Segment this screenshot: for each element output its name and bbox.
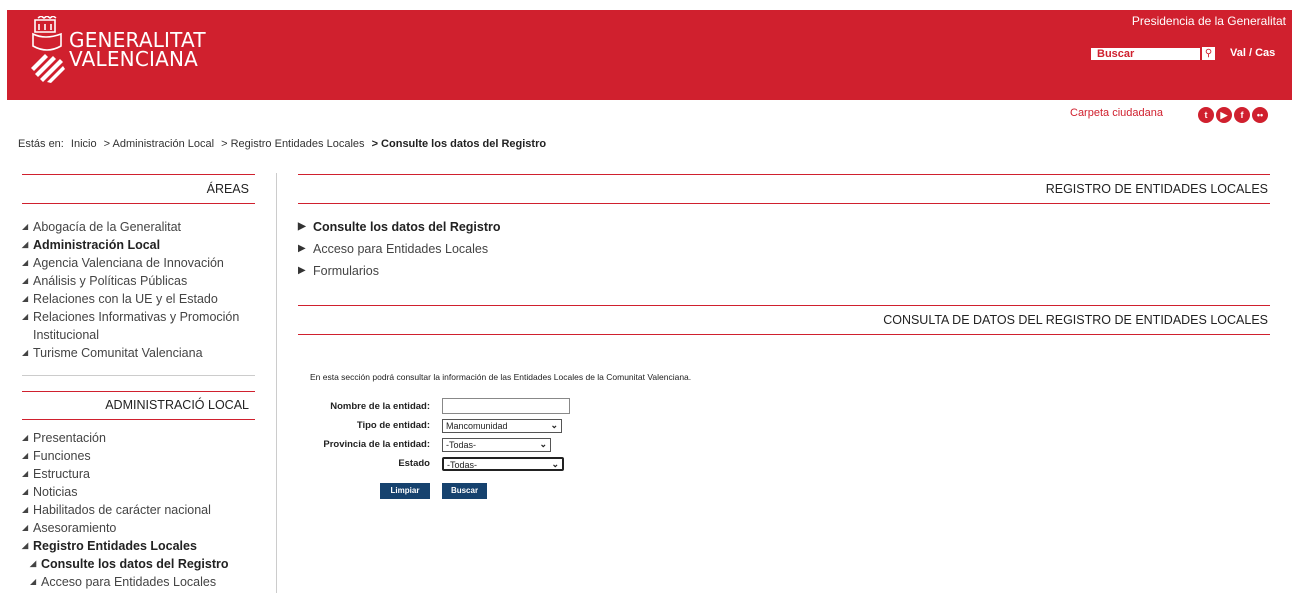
- presidencia-link[interactable]: Presidencia de la Generalitat: [1132, 14, 1286, 28]
- admin-item[interactable]: Registro Entidades Locales: [22, 537, 262, 555]
- admin-item[interactable]: Noticias: [22, 483, 262, 501]
- limpiar-button[interactable]: Limpiar: [380, 483, 430, 499]
- sidebar-rule: [22, 174, 255, 175]
- breadcrumb-current: > Consulte los datos del Registro: [371, 138, 547, 150]
- consulta-title: CONSULTA DE DATOS DEL REGISTRO DE ENTIDA…: [883, 313, 1268, 327]
- provincia-label: Provincia de la entidad:: [323, 439, 430, 450]
- link-acceso[interactable]: Acceso para Entidades Locales: [298, 238, 501, 260]
- search-input[interactable]: Buscar: [1091, 48, 1200, 60]
- admin-subitem[interactable]: Acceso para Entidades Locales: [30, 573, 262, 591]
- admin-local-title: ADMINISTRACIÓ LOCAL: [105, 398, 249, 412]
- areas-list: Abogacía de la Generalitat Administració…: [22, 218, 262, 362]
- main-rule: [298, 174, 1270, 175]
- breadcrumb-registro[interactable]: > Registro Entidades Locales: [221, 138, 364, 150]
- breadcrumb-inicio[interactable]: Inicio: [71, 138, 97, 150]
- chevron-down-icon: ⌄: [551, 459, 559, 469]
- tipo-label: Tipo de entidad:: [356, 420, 430, 431]
- admin-item[interactable]: Asesoramiento: [22, 519, 262, 537]
- link-consulte[interactable]: Consulte los datos del Registro: [298, 216, 501, 238]
- main-rule: [298, 305, 1270, 306]
- provincia-select-value: -Todas-: [446, 440, 477, 450]
- coat-of-arms-icon: [31, 16, 65, 83]
- area-item[interactable]: Análisis y Políticas Públicas: [22, 272, 262, 290]
- area-item[interactable]: Relaciones Informativas y Promoción Inst…: [22, 308, 262, 344]
- section-title: REGISTRO DE ENTIDADES LOCALES: [1045, 182, 1268, 196]
- link-formularios[interactable]: Formularios: [298, 260, 501, 282]
- breadcrumb: Estás en: Inicio > Administración Local …: [18, 138, 550, 150]
- logo-line-2: VALENCIANA: [69, 47, 199, 71]
- section-links: Consulte los datos del Registro Acceso p…: [298, 216, 501, 282]
- main-rule: [298, 334, 1270, 335]
- area-item[interactable]: Agencia Valenciana de Innovación: [22, 254, 262, 272]
- logo-text: GENERALITAT VALENCIANA: [69, 30, 206, 71]
- area-item[interactable]: Abogacía de la Generalitat: [22, 218, 262, 236]
- language-switch[interactable]: Val / Cas: [1230, 47, 1275, 59]
- main-rule: [298, 203, 1270, 204]
- estado-select-value: -Todas-: [447, 460, 478, 470]
- area-item[interactable]: Administración Local: [22, 236, 262, 254]
- provincia-select[interactable]: -Todas- ⌄: [442, 438, 551, 452]
- tipo-select[interactable]: Mancomunidad ⌄: [442, 419, 562, 433]
- flickr-icon[interactable]: ••: [1252, 107, 1268, 123]
- chevron-down-icon: ⌄: [539, 439, 547, 449]
- admin-item[interactable]: Habilitados de carácter nacional: [22, 501, 262, 519]
- column-divider: [276, 173, 277, 593]
- chevron-down-icon: ⌄: [550, 420, 558, 430]
- sidebar-rule: [22, 203, 255, 204]
- sidebar-rule: [22, 419, 255, 420]
- twitter-icon[interactable]: t: [1198, 107, 1214, 123]
- breadcrumb-admin-local[interactable]: > Administración Local: [104, 138, 214, 150]
- admin-item[interactable]: Presentación: [22, 429, 262, 447]
- area-item[interactable]: Relaciones con la UE y el Estado: [22, 290, 262, 308]
- buscar-button[interactable]: Buscar: [442, 483, 487, 499]
- sidebar-rule: [22, 391, 255, 392]
- sidebar-divider: [22, 375, 255, 376]
- estado-select[interactable]: -Todas- ⌄: [442, 457, 564, 471]
- areas-title: ÁREAS: [206, 182, 249, 196]
- carpeta-ciudadana-link[interactable]: Carpeta ciudadana: [1070, 107, 1163, 119]
- intro-text: En esta sección podrá consultar la infor…: [310, 372, 692, 382]
- nombre-label: Nombre de la entidad:: [330, 401, 430, 412]
- area-item[interactable]: Turisme Comunitat Valenciana: [22, 344, 262, 362]
- nombre-input[interactable]: [442, 398, 570, 414]
- generalitat-logo[interactable]: GENERALITAT VALENCIANA: [29, 16, 209, 88]
- facebook-icon[interactable]: f: [1234, 107, 1250, 123]
- breadcrumb-prefix: Estás en:: [18, 138, 64, 150]
- youtube-icon[interactable]: ▶: [1216, 107, 1232, 123]
- admin-subitem[interactable]: Consulte los datos del Registro: [30, 555, 262, 573]
- search-icon[interactable]: ⚲: [1202, 47, 1215, 60]
- admin-item[interactable]: Funciones: [22, 447, 262, 465]
- tipo-select-value: Mancomunidad: [446, 421, 508, 431]
- admin-item[interactable]: Estructura: [22, 465, 262, 483]
- estado-label: Estado: [398, 458, 430, 469]
- admin-local-list: Presentación Funciones Estructura Notici…: [22, 429, 262, 591]
